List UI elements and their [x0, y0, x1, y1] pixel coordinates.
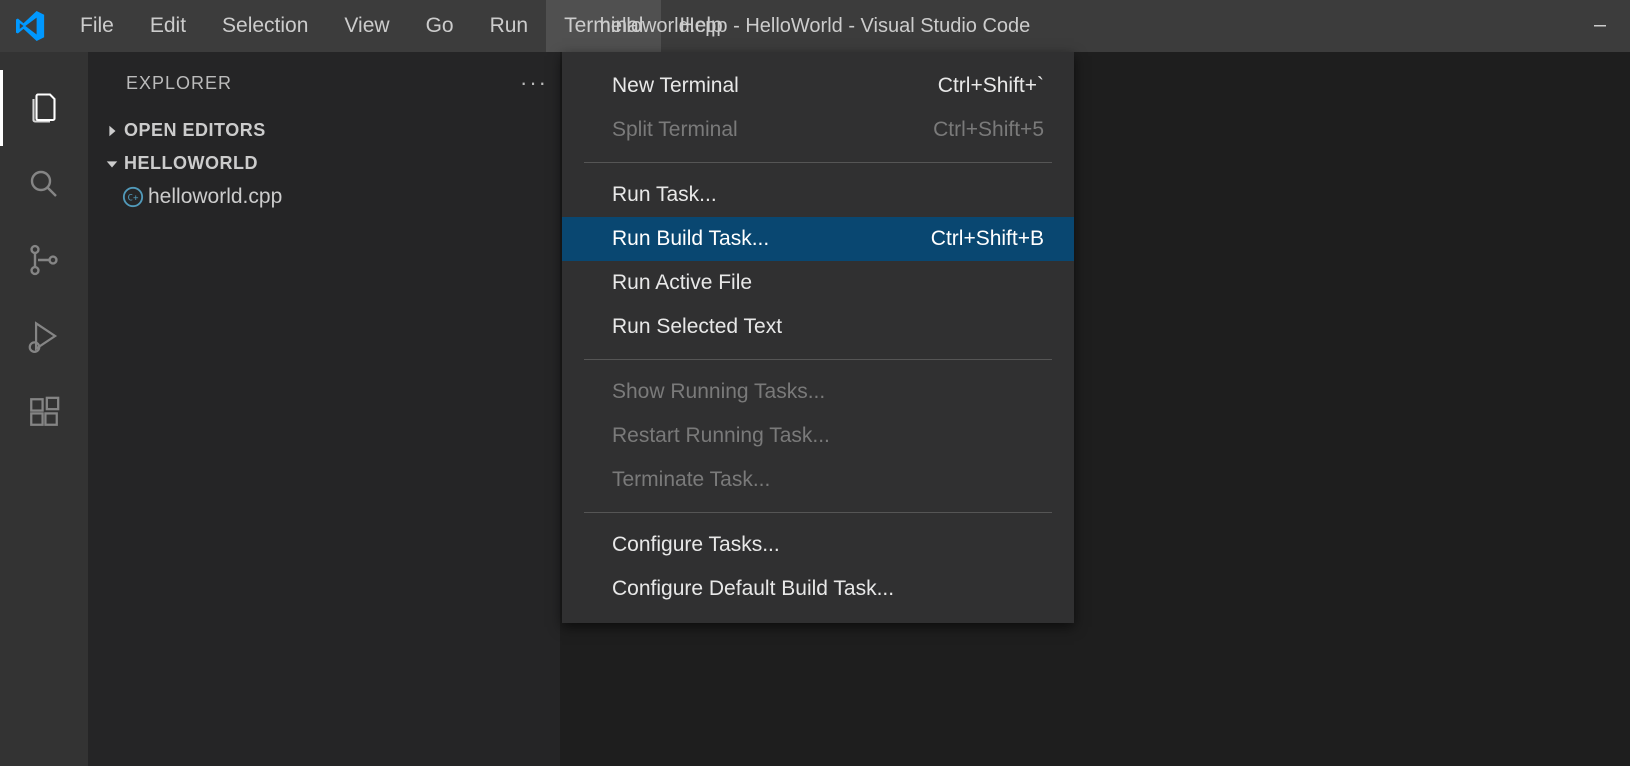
menu-restart-running-task: Restart Running Task...	[562, 414, 1074, 458]
menu-file[interactable]: File	[62, 0, 132, 52]
workspace-label: HELLOWORLD	[124, 153, 258, 174]
more-actions-icon[interactable]: ···	[520, 70, 560, 96]
menu-run-active-file[interactable]: Run Active File	[562, 261, 1074, 305]
menu-run-selected-text[interactable]: Run Selected Text	[562, 305, 1074, 349]
menu-configure-tasks[interactable]: Configure Tasks...	[562, 523, 1074, 567]
menu-run-build-task[interactable]: Run Build Task... Ctrl+Shift+B	[562, 217, 1074, 261]
cpp-file-icon: C+	[118, 186, 148, 208]
run-debug-icon[interactable]	[0, 298, 88, 374]
explorer-title: EXPLORER	[126, 73, 232, 94]
terminal-dropdown: New Terminal Ctrl+Shift+` Split Terminal…	[562, 52, 1074, 623]
window-title: helloworld.cpp - HelloWorld - Visual Stu…	[600, 15, 1031, 38]
menu-new-terminal[interactable]: New Terminal Ctrl+Shift+`	[562, 64, 1074, 108]
chevron-right-icon	[100, 124, 124, 138]
source-control-icon[interactable]	[0, 222, 88, 298]
menu-split-terminal: Split Terminal Ctrl+Shift+5	[562, 108, 1074, 152]
menu-separator	[584, 162, 1052, 163]
menu-selection[interactable]: Selection	[204, 0, 326, 52]
menu-terminate-task: Terminate Task...	[562, 458, 1074, 502]
menu-show-running-tasks: Show Running Tasks...	[562, 370, 1074, 414]
search-icon[interactable]	[0, 146, 88, 222]
title-bar: File Edit Selection View Go Run Terminal…	[0, 0, 1630, 52]
minimize-icon[interactable]	[1570, 0, 1630, 52]
menu-go[interactable]: Go	[408, 0, 472, 52]
chevron-down-icon	[100, 157, 124, 171]
explorer-icon[interactable]	[0, 70, 88, 146]
svg-text:C+: C+	[127, 193, 139, 204]
menu-separator	[584, 512, 1052, 513]
menu-edit[interactable]: Edit	[132, 0, 204, 52]
menu-run-task[interactable]: Run Task...	[562, 173, 1074, 217]
file-name: helloworld.cpp	[148, 185, 282, 209]
activity-bar	[0, 52, 88, 766]
open-editors-section[interactable]: OPEN EDITORS	[88, 114, 560, 147]
menu-configure-default-build-task[interactable]: Configure Default Build Task...	[562, 567, 1074, 611]
vscode-logo-icon	[0, 11, 62, 41]
explorer-sidebar: EXPLORER ··· OPEN EDITORS HELLOWORLD C+ …	[88, 52, 560, 766]
extensions-icon[interactable]	[0, 374, 88, 450]
workspace-section[interactable]: HELLOWORLD	[88, 147, 560, 180]
menu-view[interactable]: View	[326, 0, 407, 52]
menu-separator	[584, 359, 1052, 360]
open-editors-label: OPEN EDITORS	[124, 120, 266, 141]
menu-run[interactable]: Run	[472, 0, 547, 52]
file-item[interactable]: C+ helloworld.cpp	[88, 180, 560, 214]
